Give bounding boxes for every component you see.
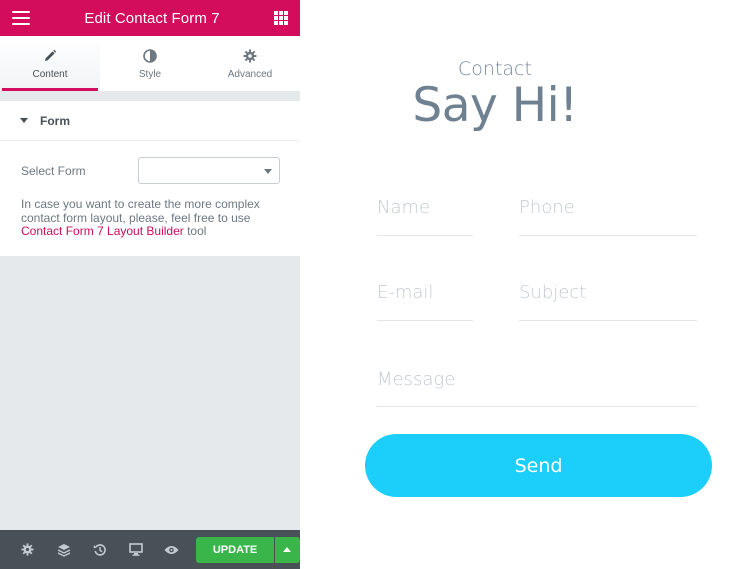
section-title: Form [40,113,70,128]
send-button[interactable]: Send [365,434,712,497]
update-button[interactable]: UPDATE [196,536,274,563]
widgets-grid-icon[interactable] [274,11,288,25]
email-field[interactable]: E-mail [377,282,473,321]
chevron-down-icon [264,169,272,174]
name-field[interactable]: Name [377,197,473,236]
pencil-icon [43,47,57,65]
hamburger-menu-icon[interactable] [12,11,30,25]
page-title: Say Hi! [412,78,578,133]
form-description: In case you want to create the more comp… [0,184,300,239]
layout-builder-link[interactable]: Contact Form 7 Layout Builder [21,224,184,238]
tab-label: Content [32,69,68,80]
page-preview: Contact Say Hi! Name Phone E-mail Subjec… [300,0,735,569]
settings-icon[interactable] [10,530,46,569]
select-form-control: Select Form [0,141,300,184]
subject-field[interactable]: Subject [519,282,697,321]
preview-eye-icon[interactable] [153,530,189,569]
contact-eyebrow: Contact [458,58,532,80]
half-circle-icon [143,47,157,65]
panel-header: Edit Contact Form 7 [0,0,300,36]
desc-text: In case you want to create the more comp… [21,197,260,225]
tab-content[interactable]: Content [0,36,100,91]
layers-icon[interactable] [46,530,82,569]
panel-footer: UPDATE [0,530,301,569]
update-options-button[interactable] [274,536,301,563]
section-toggle[interactable]: Form [0,101,300,141]
phone-field[interactable]: Phone [519,197,697,236]
gear-icon [243,47,257,65]
editor-panel: Edit Contact Form 7 Content Style Advanc… [0,0,301,569]
responsive-icon[interactable] [118,530,154,569]
desc-text-tail: tool [183,224,207,238]
message-field[interactable]: Message [377,369,697,407]
tab-label: Style [138,69,162,80]
select-form-label: Select Form [21,163,86,178]
caret-down-icon [20,118,28,123]
panel-title: Edit Contact Form 7 [84,9,220,27]
history-icon[interactable] [82,530,118,569]
select-form-dropdown[interactable] [137,157,280,184]
tab-label: Advanced [227,69,273,80]
tab-style[interactable]: Style [100,36,200,91]
caret-up-icon [283,547,292,552]
panel-tabs: Content Style Advanced [0,36,300,92]
form-section: Form Select Form In case you want to cre… [0,101,300,256]
tab-advanced[interactable]: Advanced [200,36,300,91]
